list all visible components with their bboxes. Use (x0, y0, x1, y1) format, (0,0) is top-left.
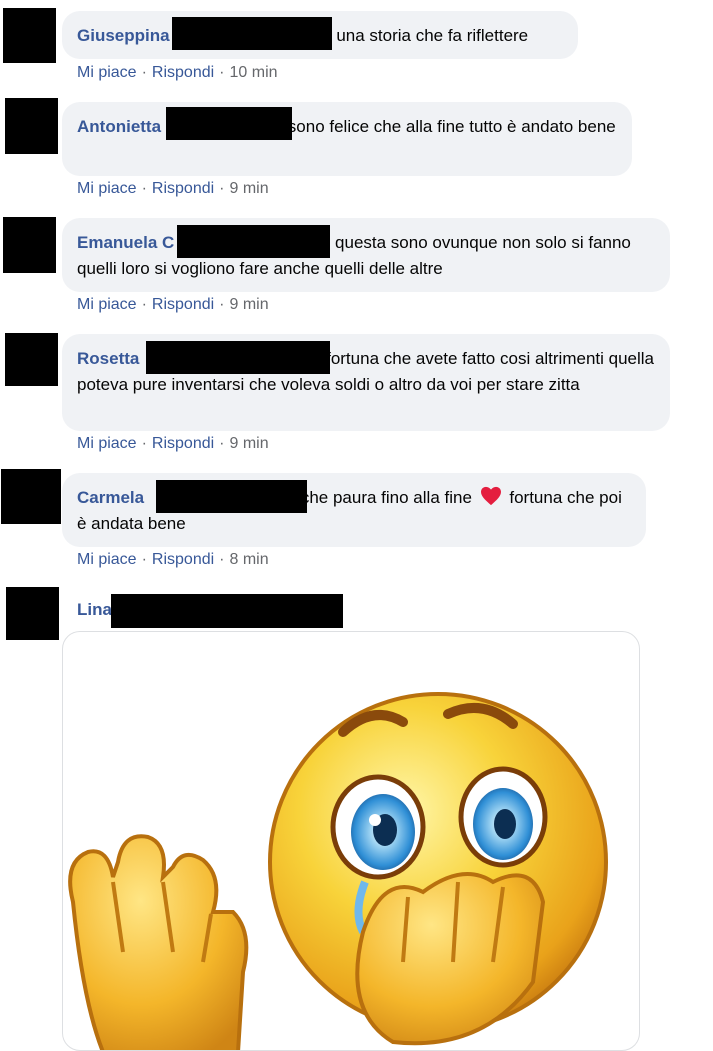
comment-actions: Mi piace · Rispondi · 9 min (77, 435, 269, 453)
reply-link[interactable]: Rispondi (152, 296, 214, 313)
crying-emoji-sticker-icon (68, 692, 608, 1050)
comment-bubble: Antonietta sono felice che alla fine tut… (62, 102, 632, 176)
like-link[interactable]: Mi piace (77, 435, 137, 452)
separator: · (219, 296, 225, 313)
redaction-bar (146, 341, 330, 374)
author-name[interactable]: Rosetta (77, 349, 139, 368)
redaction-bar (166, 107, 292, 140)
avatar[interactable] (1, 469, 61, 524)
author-name[interactable]: Giuseppina (77, 26, 170, 45)
comment-bubble: Carmela che paura fino alla fine fortuna… (62, 473, 646, 547)
separator: · (141, 551, 147, 568)
reply-link[interactable]: Rispondi (152, 435, 214, 452)
avatar[interactable] (5, 98, 58, 154)
author-name[interactable]: Lina (77, 600, 112, 620)
avatar[interactable] (6, 587, 59, 640)
reply-link[interactable]: Rispondi (152, 64, 214, 81)
redaction-bar (172, 17, 332, 50)
author-name[interactable]: Antonietta (77, 117, 161, 136)
timestamp[interactable]: 9 min (230, 435, 269, 452)
comment-text: una storia che fa riflettere (336, 26, 529, 45)
comment-bubble: Emanuela C questa sono ovunque non solo … (62, 218, 670, 292)
sticker-image[interactable] (62, 631, 640, 1051)
redaction-bar (156, 480, 307, 513)
author-name[interactable]: Emanuela C (77, 233, 174, 252)
separator: · (141, 435, 147, 452)
avatar[interactable] (3, 8, 56, 63)
separator: · (141, 180, 147, 197)
timestamp[interactable]: 9 min (230, 296, 269, 313)
like-link[interactable]: Mi piace (77, 551, 137, 568)
separator: · (141, 64, 147, 81)
separator: · (219, 435, 225, 452)
like-link[interactable]: Mi piace (77, 296, 137, 313)
separator: · (219, 180, 225, 197)
comment-actions: Mi piace · Rispondi · 9 min (77, 296, 269, 314)
reply-link[interactable]: Rispondi (152, 180, 214, 197)
like-link[interactable]: Mi piace (77, 64, 137, 81)
comment-actions: Mi piace · Rispondi · 10 min (77, 64, 278, 82)
timestamp[interactable]: 8 min (230, 551, 269, 568)
heart-emoji-icon (480, 486, 501, 506)
separator: · (141, 296, 147, 313)
comment-text: sono felice che alla fine tutto è andato… (287, 117, 616, 136)
like-link[interactable]: Mi piace (77, 180, 137, 197)
reply-link[interactable]: Rispondi (152, 551, 214, 568)
comment-text: che paura fino alla fine (300, 488, 472, 507)
author-name[interactable]: Carmela (77, 488, 144, 507)
redaction-bar (111, 594, 343, 628)
separator: · (219, 551, 225, 568)
avatar[interactable] (3, 217, 56, 273)
timestamp[interactable]: 9 min (230, 180, 269, 197)
comment-actions: Mi piace · Rispondi · 9 min (77, 180, 269, 198)
redaction-bar (177, 225, 330, 258)
separator: · (219, 64, 225, 81)
avatar[interactable] (5, 333, 58, 386)
comment-actions: Mi piace · Rispondi · 8 min (77, 551, 269, 569)
timestamp[interactable]: 10 min (230, 64, 278, 81)
